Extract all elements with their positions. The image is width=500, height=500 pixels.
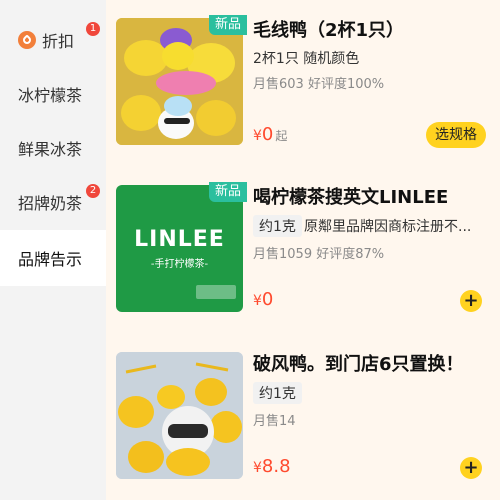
price-value: 0 <box>261 289 274 310</box>
product-description: 2杯1只 随机颜色 <box>253 51 360 67</box>
sidebar-item-label: 折扣 <box>42 32 75 51</box>
product-title: 毛线鸭（2杯1只） <box>253 20 405 41</box>
sidebar-item-label: 鲜果冰茶 <box>18 140 83 159</box>
knitted-duck-image <box>116 18 243 145</box>
product-price: ¥0 <box>253 289 273 310</box>
sidebar-item-fresh-fruit-tea[interactable]: 鲜果冰茶 <box>0 120 106 176</box>
helmet-duck-image <box>116 352 243 479</box>
price-suffix: 起 <box>275 129 288 143</box>
count-badge: 2 <box>86 184 100 198</box>
new-badge: 新品 <box>209 15 247 35</box>
weight-tag: 约1克 <box>253 382 302 404</box>
sidebar-item-label: 招牌奶茶 <box>18 194 83 213</box>
watermark <box>196 285 236 299</box>
product-card[interactable]: 新品 毛线鸭（2杯1只） 2杯1只 随机颜色 月售603 好评度100% ¥0 起… <box>106 0 500 158</box>
sidebar-item-iced-lemon-tea[interactable]: 冰柠檬茶 <box>0 66 106 122</box>
sidebar-item-label: 冰柠檬茶 <box>18 86 83 105</box>
price-value: 8.8 <box>261 456 291 477</box>
category-sidebar: 折扣 1 冰柠檬茶 鲜果冰茶 招牌奶茶 2 品牌告示 <box>0 0 106 500</box>
add-to-cart-button[interactable]: + <box>460 290 482 312</box>
linlee-logo-subtitle: -手打柠檬茶- <box>150 259 209 270</box>
currency-symbol: ¥ <box>253 460 262 476</box>
product-image <box>116 18 243 145</box>
currency-symbol: ¥ <box>253 128 262 144</box>
product-card[interactable]: 破风鸭。到门店6只置换！ 约1克 月售14 ¥8.8 + <box>106 334 500 492</box>
add-to-cart-button[interactable]: + <box>460 457 482 479</box>
product-price: ¥0 起 <box>253 124 287 145</box>
linlee-logo-text: LINLEE <box>134 227 225 252</box>
product-title: 喝柠檬茶搜英文LINLEE <box>253 187 449 208</box>
product-description: 原鄰里品牌因商标注册不... <box>304 219 472 235</box>
product-sales: 月售1059 好评度87% <box>253 247 385 262</box>
product-title: 破风鸭。到门店6只置换！ <box>253 354 464 375</box>
select-spec-button[interactable]: 选规格 <box>426 122 486 148</box>
weight-tag: 约1克 <box>253 215 302 237</box>
price-value: 0 <box>261 124 274 145</box>
product-card[interactable]: LINLEE -手打柠檬茶- 新品 喝柠檬茶搜英文LINLEE 约1克 原鄰里品… <box>106 167 500 325</box>
count-badge: 1 <box>86 22 100 36</box>
sidebar-item-discount[interactable]: 折扣 1 <box>0 12 106 68</box>
sidebar-item-label: 品牌告示 <box>18 250 83 269</box>
sidebar-item-brand-notice[interactable]: 品牌告示 <box>0 230 106 286</box>
currency-symbol: ¥ <box>253 293 262 309</box>
discount-tag-icon <box>18 31 36 49</box>
product-price: ¥8.8 <box>253 456 291 477</box>
product-image: LINLEE -手打柠檬茶- <box>116 185 243 312</box>
sidebar-item-signature-milk-tea[interactable]: 招牌奶茶 2 <box>0 174 106 230</box>
product-sales: 月售603 好评度100% <box>253 77 385 92</box>
product-image <box>116 352 243 479</box>
product-sales: 月售14 <box>253 414 296 429</box>
new-badge: 新品 <box>209 182 247 202</box>
